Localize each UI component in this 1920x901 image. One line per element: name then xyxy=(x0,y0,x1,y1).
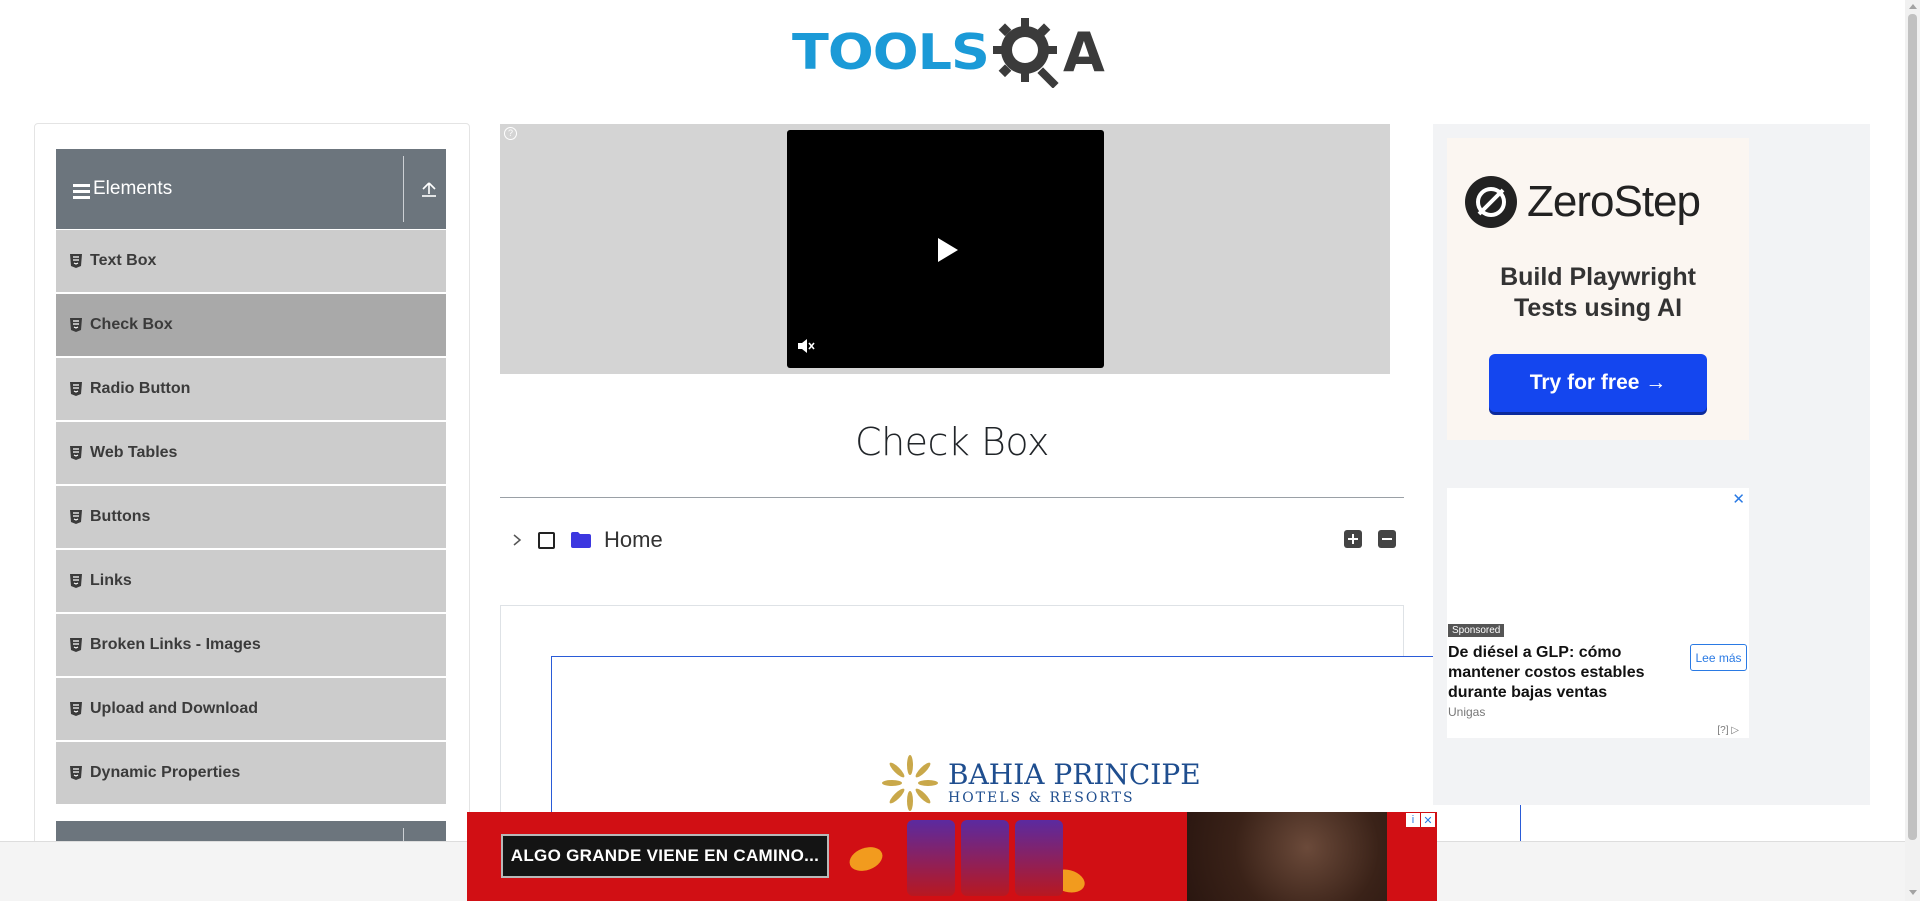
gear-magnifier-icon xyxy=(992,18,1059,88)
home-checkbox[interactable] xyxy=(538,531,555,549)
sidebar-item-dynamic-properties[interactable]: Dynamic Properties xyxy=(56,742,446,804)
sidebar-item-label: Buttons xyxy=(90,508,151,525)
bahia-brand-name: BAHIA PRINCIPE xyxy=(948,758,1201,791)
sidebar-menu: Text Box Check Box Radio Button Web Tables B… xyxy=(56,230,446,806)
zerostep-brand: ZeroStep xyxy=(1527,177,1701,226)
sidebar-item-check-box[interactable]: Check Box xyxy=(56,294,446,356)
html5-icon xyxy=(70,766,82,780)
native-ad[interactable]: ✕ Sponsored De diésel a GLP: cómo manten… xyxy=(1447,488,1749,738)
html5-icon xyxy=(70,382,82,396)
product-pack xyxy=(961,820,1009,896)
sidebar-item-label: Web Tables xyxy=(90,444,178,461)
logo-text-a: A xyxy=(1062,20,1105,84)
sidebar-item-web-tables[interactable]: Web Tables xyxy=(56,422,446,484)
ad-info-icon[interactable]: i xyxy=(1406,813,1420,827)
try-for-free-button[interactable]: Try for free → xyxy=(1489,354,1707,412)
close-icon[interactable]: ✕ xyxy=(1421,813,1435,827)
product-pack xyxy=(1015,820,1063,896)
sidebar-item-radio-button[interactable]: Radio Button xyxy=(56,358,446,420)
sidebar-item-label: Dynamic Properties xyxy=(90,764,241,781)
ad-headline[interactable]: De diésel a GLP: cómo mantener costos es… xyxy=(1448,643,1668,703)
pill-graphic xyxy=(846,842,886,876)
sidebar-item-label: Links xyxy=(90,572,132,589)
sidebar-item-label: Broken Links - Images xyxy=(90,636,261,653)
expand-all-button[interactable] xyxy=(1344,530,1362,548)
sun-icon xyxy=(882,755,938,811)
sidebar-item-text-box[interactable]: Text Box xyxy=(56,230,446,292)
zerostep-tagline-line1: Build Playwright xyxy=(1500,263,1696,291)
html5-icon xyxy=(70,254,82,268)
ad-controls: i ✕ xyxy=(1406,813,1435,827)
lee-mas-button[interactable]: Lee más xyxy=(1690,644,1747,671)
sidebar-item-label: Radio Button xyxy=(90,380,191,397)
folder-icon xyxy=(571,532,591,548)
sidebar-item-upload-and-download[interactable]: Upload and Download xyxy=(56,678,446,740)
video-ad[interactable]: ? xyxy=(500,124,1390,374)
zerostep-logo: ZeroStep xyxy=(1465,176,1701,228)
sidebar-item-label: Check Box xyxy=(90,316,173,333)
bottom-ad-message: ALGO GRANDE VIENE EN CAMINO... xyxy=(501,834,829,878)
bahia-text: BAHIA PRINCIPE HOTELS & RESORTS xyxy=(948,758,1201,807)
home-label[interactable]: Home xyxy=(604,527,663,553)
adchoices-icon[interactable]: [?] ▷ xyxy=(1717,725,1739,736)
tree-node-home: Home xyxy=(510,522,663,558)
tree-actions xyxy=(1344,530,1396,548)
bahia-logo: BAHIA PRINCIPE HOTELS & RESORTS xyxy=(882,755,1201,811)
elements-group-header[interactable]: Elements xyxy=(56,149,446,229)
collapse-up-icon[interactable] xyxy=(420,179,438,199)
html5-icon xyxy=(70,446,82,460)
bahia-brand-sub: HOTELS & RESORTS xyxy=(948,790,1135,806)
zerostep-tagline: Build Playwright Tests using AI xyxy=(1447,262,1749,324)
scroll-down-icon[interactable] xyxy=(1909,890,1917,895)
sponsored-badge: Sponsored xyxy=(1448,624,1505,637)
html5-icon xyxy=(70,318,82,332)
page: TOOLS A Elements Text Box Check Box Radi… xyxy=(0,0,1920,901)
sidebar-item-label: Text Box xyxy=(90,252,157,269)
adchoices-label: [?] xyxy=(1717,725,1729,736)
chevron-right-icon[interactable] xyxy=(510,533,524,547)
collapse-all-button[interactable] xyxy=(1378,530,1396,548)
play-icon[interactable] xyxy=(936,236,960,264)
hamburger-icon xyxy=(73,183,90,199)
bottom-ad-portrait xyxy=(1187,812,1387,901)
ad-info-icon[interactable]: ? xyxy=(504,127,517,140)
page-scrollbar[interactable] xyxy=(1905,0,1920,901)
header-divider xyxy=(403,156,404,222)
zerostep-tagline-line2: Tests using AI xyxy=(1513,294,1683,322)
mute-icon[interactable] xyxy=(797,338,815,354)
toolsqa-logo[interactable]: TOOLS A xyxy=(792,14,1105,90)
ad-advertiser: Unigas xyxy=(1448,705,1486,719)
bottom-sticky-ad[interactable]: ALGO GRANDE VIENE EN CAMINO... i ✕ xyxy=(467,812,1437,901)
close-icon[interactable]: ✕ xyxy=(1732,490,1745,508)
product-pack xyxy=(907,820,955,896)
sidebar-item-links[interactable]: Links xyxy=(56,550,446,612)
zerostep-ad[interactable]: ZeroStep Build Playwright Tests using AI… xyxy=(1447,138,1749,440)
zerostep-mark-icon xyxy=(1465,176,1517,228)
group-title: Elements xyxy=(93,178,173,199)
page-title: Check Box xyxy=(855,420,1049,464)
logo-qa: A xyxy=(992,16,1105,88)
html5-icon xyxy=(70,574,82,588)
sidebar-item-broken-links-images[interactable]: Broken Links - Images xyxy=(56,614,446,676)
html5-icon xyxy=(70,638,82,652)
sidebar-item-label: Upload and Download xyxy=(90,700,258,717)
scrollbar-thumb[interactable] xyxy=(1908,14,1917,840)
logo-text-tools: TOOLS xyxy=(792,23,990,81)
video-player[interactable] xyxy=(787,130,1104,368)
sidebar-item-buttons[interactable]: Buttons xyxy=(56,486,446,548)
html5-icon xyxy=(70,702,82,716)
title-divider xyxy=(500,497,1404,498)
scroll-up-icon[interactable] xyxy=(1909,4,1917,9)
html5-icon xyxy=(70,510,82,524)
